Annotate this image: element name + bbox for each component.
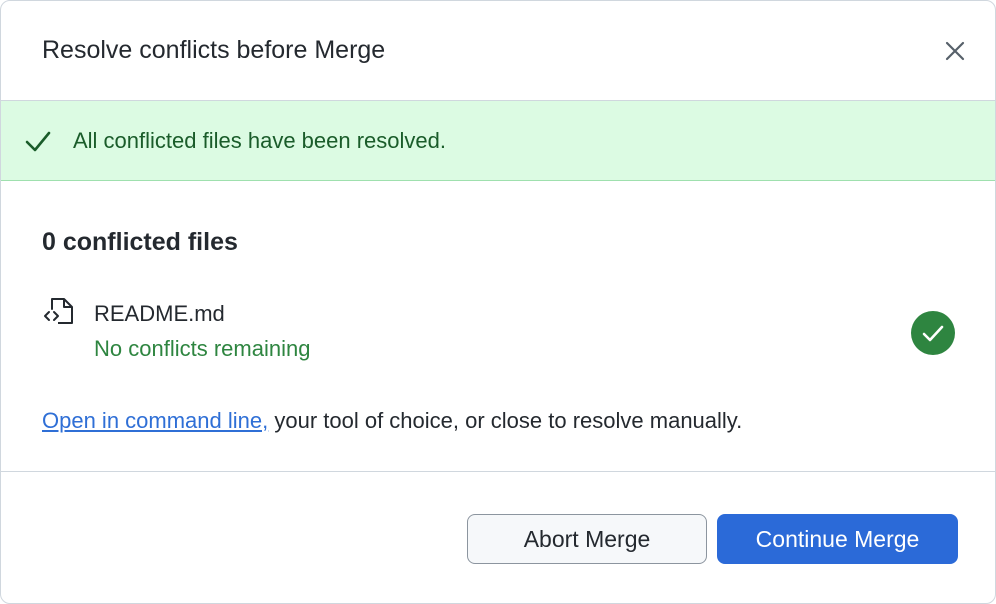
abort-merge-button[interactable]: Abort Merge: [467, 514, 707, 564]
check-circle-icon: [911, 311, 955, 355]
success-banner: All conflicted files have been resolved.: [1, 101, 995, 181]
dialog-footer: Abort Merge Continue Merge: [1, 471, 995, 603]
dialog-title: Resolve conflicts before Merge: [42, 36, 386, 64]
file-row: README.md No conflicts remaining: [42, 295, 955, 375]
continue-merge-button[interactable]: Continue Merge: [717, 514, 958, 564]
resolve-conflicts-dialog: Resolve conflicts before Merge All confl…: [0, 0, 996, 604]
hint-text: your tool of choice, or close to resolve…: [268, 408, 743, 433]
conflicted-files-count: 0 conflicted files: [42, 228, 238, 256]
dialog-body: 0 conflicted files README.md No conflict…: [1, 228, 995, 434]
dialog-header: Resolve conflicts before Merge: [1, 1, 995, 101]
resolve-hint: Open in command line, your tool of choic…: [42, 408, 955, 434]
file-name: README.md: [94, 301, 225, 326]
check-icon: [23, 126, 53, 156]
file-code-icon: [42, 295, 76, 329]
close-button[interactable]: [937, 33, 973, 69]
close-icon: [945, 41, 965, 60]
banner-text: All conflicted files have been resolved.: [73, 127, 446, 153]
open-in-command-line-link[interactable]: Open in command line,: [42, 408, 268, 433]
file-status: No conflicts remaining: [94, 336, 311, 361]
